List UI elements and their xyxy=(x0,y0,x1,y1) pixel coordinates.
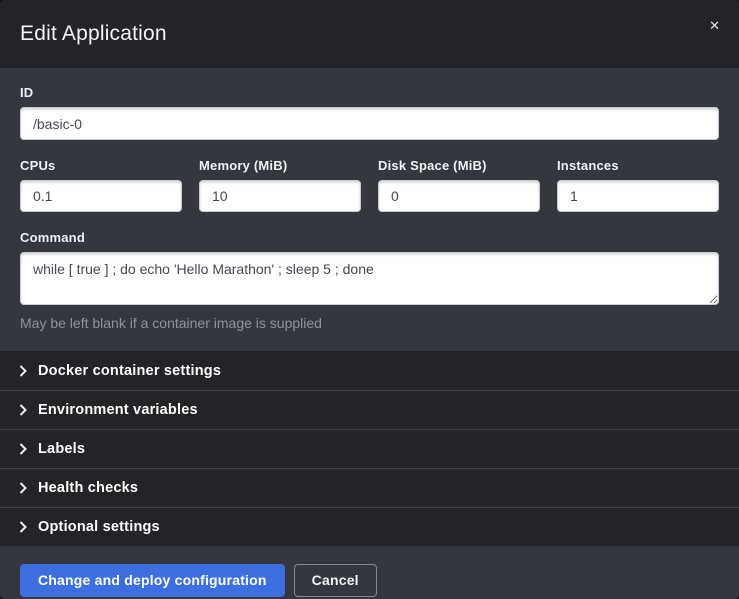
section-docker-container-settings[interactable]: Docker container settings xyxy=(0,351,739,390)
id-field-group: ID xyxy=(20,85,719,140)
chevron-right-icon xyxy=(18,443,28,455)
disk-space-input[interactable] xyxy=(378,180,540,212)
section-label: Environment variables xyxy=(38,402,198,418)
cpus-input[interactable] xyxy=(20,180,182,212)
application-form: ID CPUs Memory (MiB) Disk Space (MiB) In… xyxy=(0,68,739,351)
cancel-button[interactable]: Cancel xyxy=(294,564,377,597)
chevron-right-icon xyxy=(18,521,28,533)
memory-label: Memory (MiB) xyxy=(199,158,361,173)
modal-header: Edit Application ✕ xyxy=(0,0,739,68)
section-health-checks[interactable]: Health checks xyxy=(0,468,739,507)
accordion-sections: Docker container settings Environment va… xyxy=(0,351,739,546)
command-textarea[interactable]: while [ true ] ; do echo 'Hello Marathon… xyxy=(20,252,719,305)
chevron-right-icon xyxy=(18,365,28,377)
command-field-group: Command while [ true ] ; do echo 'Hello … xyxy=(20,230,719,331)
cpus-label: CPUs xyxy=(20,158,182,173)
section-optional-settings[interactable]: Optional settings xyxy=(0,507,739,546)
modal-title: Edit Application xyxy=(20,22,167,46)
memory-input[interactable] xyxy=(199,180,361,212)
close-icon[interactable]: ✕ xyxy=(706,16,723,35)
section-label: Labels xyxy=(38,441,85,457)
resources-row: CPUs Memory (MiB) Disk Space (MiB) Insta… xyxy=(20,158,719,212)
instances-field-group: Instances xyxy=(557,158,719,212)
cpus-field-group: CPUs xyxy=(20,158,182,212)
id-label: ID xyxy=(20,85,719,100)
modal-footer: Change and deploy configuration Cancel xyxy=(0,546,739,599)
change-and-deploy-button[interactable]: Change and deploy configuration xyxy=(20,564,285,597)
section-labels[interactable]: Labels xyxy=(0,429,739,468)
section-environment-variables[interactable]: Environment variables xyxy=(0,390,739,429)
instances-label: Instances xyxy=(557,158,719,173)
section-label: Docker container settings xyxy=(38,363,221,379)
id-input[interactable] xyxy=(20,107,719,140)
edit-application-modal: Edit Application ✕ ID CPUs Memory (MiB) … xyxy=(0,0,739,599)
command-help-text: May be left blank if a container image i… xyxy=(20,315,719,331)
command-label: Command xyxy=(20,230,719,245)
chevron-right-icon xyxy=(18,482,28,494)
section-label: Optional settings xyxy=(38,519,160,535)
memory-field-group: Memory (MiB) xyxy=(199,158,361,212)
chevron-right-icon xyxy=(18,404,28,416)
disk-space-label: Disk Space (MiB) xyxy=(378,158,540,173)
instances-input[interactable] xyxy=(557,180,719,212)
disk-space-field-group: Disk Space (MiB) xyxy=(378,158,540,212)
section-label: Health checks xyxy=(38,480,138,496)
